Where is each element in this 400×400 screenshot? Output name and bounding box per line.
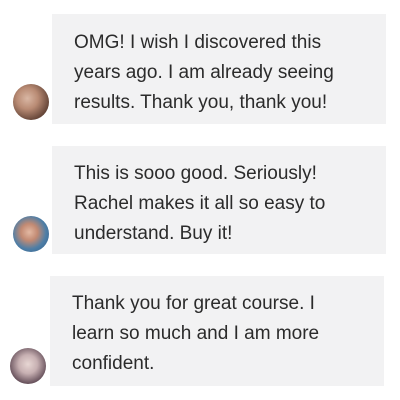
avatar [10, 348, 46, 384]
message-text-line: years ago. I am already seeing [74, 62, 334, 83]
avatar [13, 84, 49, 120]
message-text-line: This is sooo good. Seriously! [74, 163, 317, 184]
message-text-line: learn so much and I am more [72, 323, 320, 344]
message-text-line: results. Thank you, thank you! [74, 92, 328, 113]
message-text-line: confident. [72, 353, 155, 374]
testimonial-message: Thank you for great course. I learn so m… [0, 276, 400, 386]
testimonial-message: This is sooo good. Seriously! Rachel mak… [0, 146, 400, 256]
message-bubble: Thank you for great course. I learn so m… [50, 276, 384, 386]
message-bubble: OMG! I wish I discovered this years ago.… [52, 14, 386, 124]
testimonials-chat: OMG! I wish I discovered this years ago.… [0, 0, 400, 400]
message-bubble: This is sooo good. Seriously! Rachel mak… [52, 146, 386, 254]
avatar [13, 216, 49, 252]
message-text-line: Thank you for great course. I [72, 293, 315, 314]
testimonial-message: OMG! I wish I discovered this years ago.… [0, 14, 400, 124]
message-text-line: OMG! I wish I discovered this [74, 32, 322, 53]
message-text-line: understand. Buy it! [74, 223, 233, 244]
message-text-line: Rachel makes it all so easy to [74, 193, 326, 214]
